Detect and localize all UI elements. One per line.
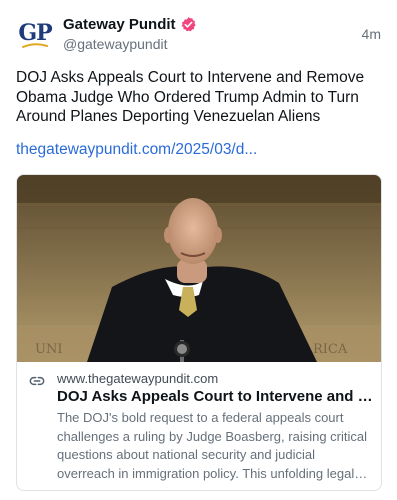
verified-badge-icon <box>180 16 196 31</box>
svg-text:RICA: RICA <box>313 342 348 357</box>
handle[interactable]: @gatewaypundit <box>63 36 385 52</box>
avatar-logo: GP <box>18 19 52 46</box>
card-description: The DOJ's bold request to a federal appe… <box>57 410 368 481</box>
link-icon <box>29 376 45 386</box>
post[interactable]: GP Gateway Pundit @gatewaypundit 4m DOJ … <box>0 0 397 500</box>
post-header: Gateway Pundit @gatewaypundit 4m <box>63 14 385 54</box>
card-domain: www.thegatewaypundit.com <box>57 371 219 386</box>
avatar[interactable]: GP <box>16 16 54 54</box>
card-thumbnail-image: UNI RICA <box>17 175 381 362</box>
svg-text:UNI: UNI <box>35 342 62 357</box>
link-preview-card[interactable]: UNI RICA www.thegatewaypundit.com DOJ As… <box>16 174 382 491</box>
name-row: Gateway Pundit <box>63 14 385 34</box>
display-name[interactable]: Gateway Pundit <box>63 16 176 33</box>
avatar-swoosh-icon <box>22 42 48 48</box>
post-text: DOJ Asks Appeals Court to Intervene and … <box>16 69 365 125</box>
timestamp[interactable]: 4m <box>362 26 381 42</box>
card-title[interactable]: DOJ Asks Appeals Court to Intervene and … <box>57 388 375 405</box>
post-link[interactable]: thegatewaypundit.com/2025/03/d... <box>16 141 257 159</box>
card-meta: www.thegatewaypundit.com DOJ Asks Appeal… <box>17 362 381 490</box>
